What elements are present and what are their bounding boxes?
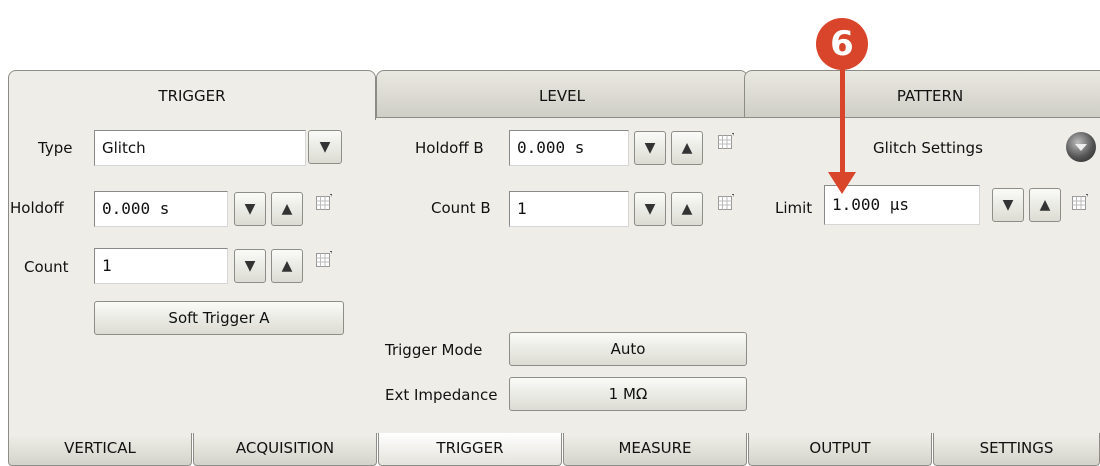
holdoff-label: Holdoff bbox=[10, 199, 64, 217]
settings-round-button[interactable] bbox=[1066, 132, 1096, 162]
tab-pattern-label: PATTERN bbox=[896, 87, 964, 105]
bottom-tab-measure[interactable]: MEASURE bbox=[563, 433, 747, 466]
bottom-tab-settings[interactable]: SETTINGS bbox=[933, 433, 1100, 466]
bottom-tab-acquisition-label: ACQUISITION bbox=[235, 439, 335, 457]
down-arrow-icon: ▼ bbox=[644, 140, 656, 156]
callout-number: 6 bbox=[830, 24, 854, 64]
bottom-tab-trigger-label: TRIGGER bbox=[436, 439, 504, 457]
down-arrow-icon: ▼ bbox=[1002, 197, 1014, 213]
tab-level-label: LEVEL bbox=[539, 87, 585, 105]
bottom-tab-output[interactable]: OUTPUT bbox=[748, 433, 932, 466]
callout-arrow-line bbox=[840, 68, 845, 176]
up-arrow-icon: ▲ bbox=[681, 201, 693, 217]
soft-trigger-a-button[interactable]: Soft Trigger A bbox=[94, 301, 344, 335]
type-dropdown-button[interactable]: ▼ bbox=[308, 130, 342, 164]
up-arrow-icon: ▲ bbox=[681, 140, 693, 156]
keypad-grid-icon[interactable] bbox=[718, 194, 734, 210]
limit-decrement-button[interactable]: ▼ bbox=[992, 188, 1024, 222]
type-label: Type bbox=[38, 139, 73, 157]
trigger-mode-label: Trigger Mode bbox=[385, 341, 483, 359]
bottom-tab-vertical-label: VERTICAL bbox=[64, 439, 136, 457]
tab-pattern[interactable]: PATTERN bbox=[744, 70, 1100, 118]
chevron-down-icon bbox=[1075, 144, 1087, 151]
keypad-grid-icon[interactable] bbox=[1072, 194, 1088, 210]
holdoff-b-increment-button[interactable]: ▲ bbox=[671, 131, 703, 165]
keypad-grid-icon[interactable] bbox=[316, 194, 332, 210]
keypad-grid-icon[interactable] bbox=[316, 251, 332, 267]
type-select[interactable]: Glitch bbox=[94, 130, 306, 166]
count-input[interactable]: 1 bbox=[94, 248, 228, 284]
down-arrow-icon: ▼ bbox=[644, 201, 656, 217]
tab-level[interactable]: LEVEL bbox=[376, 70, 748, 118]
count-b-input[interactable]: 1 bbox=[509, 191, 629, 227]
tab-trigger-label: TRIGGER bbox=[158, 87, 226, 105]
bottom-tab-settings-label: SETTINGS bbox=[979, 439, 1054, 457]
keypad-grid-icon[interactable] bbox=[718, 133, 734, 149]
down-arrow-icon: ▼ bbox=[244, 201, 256, 217]
chevron-down-icon: ▼ bbox=[319, 139, 331, 155]
bottom-tab-output-label: OUTPUT bbox=[809, 439, 871, 457]
count-b-increment-button[interactable]: ▲ bbox=[671, 192, 703, 226]
limit-label: Limit bbox=[775, 199, 813, 217]
holdoff-input[interactable]: 0.000 s bbox=[94, 191, 228, 227]
count-label: Count bbox=[24, 258, 69, 276]
up-arrow-icon: ▲ bbox=[1039, 197, 1051, 213]
down-arrow-icon: ▼ bbox=[244, 258, 256, 274]
trigger-mode-value: Auto bbox=[610, 340, 646, 358]
holdoff-b-input[interactable]: 0.000 s bbox=[509, 130, 629, 166]
holdoff-increment-button[interactable]: ▲ bbox=[271, 192, 303, 226]
bottom-tab-measure-label: MEASURE bbox=[618, 439, 692, 457]
ext-impedance-button[interactable]: 1 MΩ bbox=[509, 377, 747, 411]
bottom-tab-vertical[interactable]: VERTICAL bbox=[8, 433, 192, 466]
holdoff-b-label: Holdoff B bbox=[415, 139, 484, 157]
limit-increment-button[interactable]: ▲ bbox=[1029, 188, 1061, 222]
callout-arrow-head bbox=[828, 172, 856, 194]
count-decrement-button[interactable]: ▼ bbox=[234, 249, 266, 283]
bottom-tab-acquisition[interactable]: ACQUISITION bbox=[193, 433, 377, 466]
ext-impedance-value: 1 MΩ bbox=[608, 385, 648, 403]
count-b-label: Count B bbox=[431, 199, 491, 217]
glitch-settings-label: Glitch Settings bbox=[873, 139, 983, 157]
bottom-tab-trigger[interactable]: TRIGGER bbox=[378, 433, 562, 466]
trigger-mode-button[interactable]: Auto bbox=[509, 332, 747, 366]
holdoff-decrement-button[interactable]: ▼ bbox=[234, 192, 266, 226]
up-arrow-icon: ▲ bbox=[281, 258, 293, 274]
ext-impedance-label: Ext Impedance bbox=[385, 386, 498, 404]
count-b-decrement-button[interactable]: ▼ bbox=[634, 192, 666, 226]
callout-badge: 6 bbox=[816, 18, 868, 70]
up-arrow-icon: ▲ bbox=[281, 201, 293, 217]
soft-trigger-a-label: Soft Trigger A bbox=[168, 309, 270, 327]
count-increment-button[interactable]: ▲ bbox=[271, 249, 303, 283]
holdoff-b-decrement-button[interactable]: ▼ bbox=[634, 131, 666, 165]
tab-trigger[interactable]: TRIGGER bbox=[8, 70, 376, 120]
